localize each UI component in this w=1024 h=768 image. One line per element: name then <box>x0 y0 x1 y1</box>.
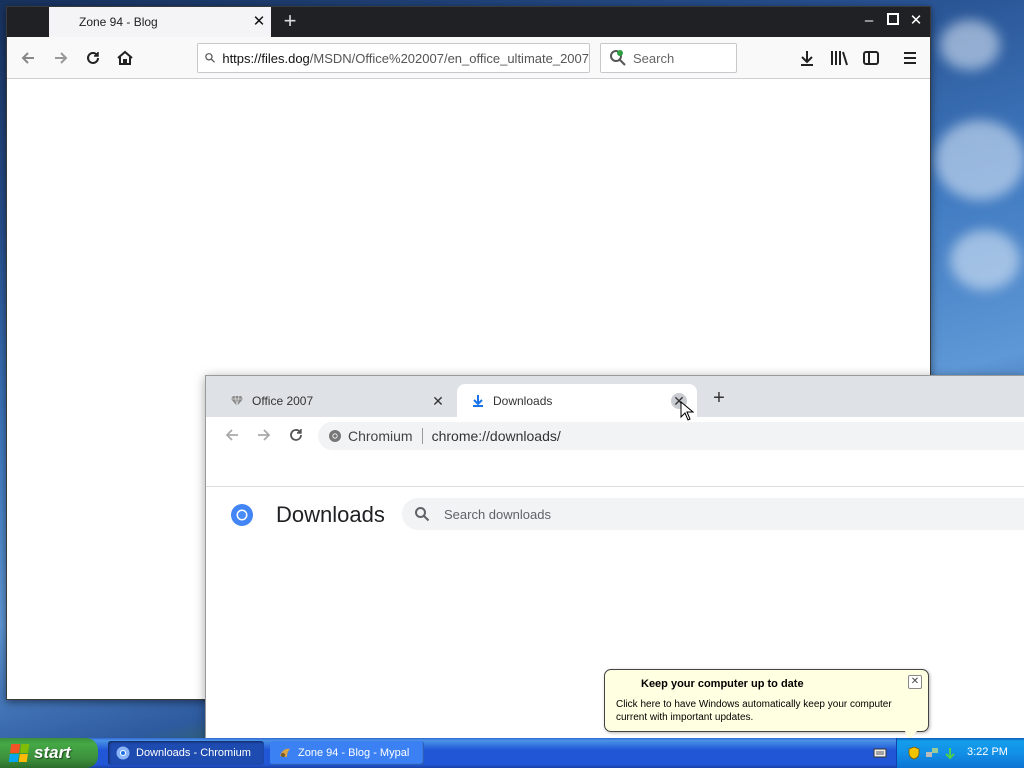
search-input[interactable] <box>633 50 733 66</box>
forward-button[interactable] <box>49 46 73 70</box>
downloads-button[interactable] <box>795 46 819 70</box>
notification-body: Click here to have Windows automatically… <box>616 699 892 723</box>
close-notification-button[interactable]: ✕ <box>908 675 922 689</box>
taskbar-item-label: Downloads - Chromium <box>136 747 251 759</box>
clock: 3:22 PM <box>967 746 1008 758</box>
mypal-titlebar: Zone 94 - Blog ✕ + – ✕ <box>7 7 930 37</box>
hamburger-menu-icon <box>904 52 916 64</box>
back-button[interactable] <box>16 46 40 70</box>
back-button[interactable] <box>220 423 244 447</box>
mypal-toolbar: https://files.dog/MSDN/Office%202007/en_… <box>7 37 930 79</box>
reload-icon <box>87 51 99 64</box>
library-button[interactable] <box>827 46 851 70</box>
omnibox-separator <box>421 428 423 444</box>
reload-button[interactable] <box>81 46 105 70</box>
chromium-tab-downloads[interactable]: Downloads ✕ <box>457 384 697 417</box>
start-label: start <box>34 743 71 762</box>
keyboard-icon[interactable] <box>873 746 887 760</box>
taskbar-item-mypal[interactable]: Zone 94 - Blog - Mypal <box>270 741 424 765</box>
download-favicon-icon <box>473 394 483 407</box>
tab-label: Downloads <box>493 393 553 408</box>
mouse-cursor-icon <box>680 401 694 421</box>
taskbar: start Downloads - Chromium Zone 94 - Blo… <box>0 738 1024 768</box>
back-arrow-icon <box>225 429 238 441</box>
chromium-logo-icon <box>231 504 253 526</box>
windows-logo-icon <box>8 744 30 762</box>
diamond-favicon-icon <box>231 395 243 406</box>
update-notification-balloon[interactable]: Keep your computer up to date Click here… <box>604 669 929 732</box>
security-shield-icon[interactable] <box>907 746 921 760</box>
home-icon <box>117 50 133 65</box>
url-path: /MSDN/Office%202007/en_office_ultimate_2… <box>309 50 589 66</box>
chromium-logo-icon <box>116 746 130 760</box>
maximize-button[interactable] <box>883 11 903 31</box>
chromium-tab-office[interactable]: Office 2007 ✕ <box>216 384 456 417</box>
back-arrow-icon <box>21 52 34 64</box>
page-title: Downloads <box>276 502 385 527</box>
desktop-cloud <box>940 20 1000 70</box>
chromium-omnibox[interactable]: Chromium chrome://downloads/ <box>318 422 1024 450</box>
search-engine-icon <box>610 50 626 66</box>
close-window-button[interactable]: ✕ <box>906 11 926 31</box>
new-tab-button[interactable]: + <box>279 10 301 33</box>
chromium-toolbar: Chromium chrome://downloads/ <box>206 417 1024 453</box>
reload-button[interactable] <box>284 423 308 447</box>
library-icon <box>831 51 848 66</box>
taskbar-item-label: Zone 94 - Blog - Mypal <box>298 747 410 759</box>
mypal-search-box[interactable] <box>600 43 737 73</box>
url-text: https://files.dog/MSDN/Office%202007/en_… <box>222 51 589 66</box>
network-icon[interactable] <box>925 746 939 760</box>
notification-title: Keep your computer up to date <box>641 678 804 690</box>
minimize-button[interactable]: – <box>859 11 879 31</box>
search-downloads-input[interactable] <box>444 506 844 522</box>
close-tab-icon[interactable]: ✕ <box>430 393 446 409</box>
forward-arrow-icon <box>55 52 68 64</box>
home-button[interactable] <box>113 46 137 70</box>
chromium-logo-icon <box>329 430 341 442</box>
update-icon[interactable] <box>943 746 957 760</box>
download-icon <box>801 51 813 66</box>
site-chip: Chromium <box>348 428 413 444</box>
menu-button[interactable] <box>898 46 922 70</box>
tab-label: Office 2007 <box>252 393 314 408</box>
header-divider <box>206 486 1024 487</box>
mypal-url-bar[interactable]: https://files.dog/MSDN/Office%202007/en_… <box>197 43 590 73</box>
taskbar-item-chromium[interactable]: Downloads - Chromium <box>108 741 264 765</box>
mypal-logo-icon <box>280 748 290 757</box>
desktop-cloud <box>950 230 1020 290</box>
mypal-tab-title: Zone 94 - Blog <box>79 15 158 29</box>
url-host: https://files.dog <box>222 50 310 66</box>
desktop-cloud <box>935 120 1024 200</box>
sidebar-icon <box>863 51 879 65</box>
system-tray: 3:22 PM <box>873 738 1024 768</box>
start-button[interactable]: start <box>0 738 98 768</box>
reload-icon <box>290 429 302 441</box>
chromium-tabstrip: Office 2007 ✕ Downloads ✕ + <box>206 376 1024 417</box>
search-icon <box>205 53 215 63</box>
search-icon <box>415 507 430 522</box>
close-tab-icon[interactable]: ✕ <box>251 14 267 30</box>
forward-button[interactable] <box>252 423 276 447</box>
downloads-search-box[interactable] <box>402 498 1024 530</box>
shield-icon <box>617 676 635 694</box>
url-text: chrome://downloads/ <box>431 428 561 444</box>
mypal-tab[interactable]: Zone 94 - Blog ✕ <box>49 7 271 37</box>
forward-arrow-icon <box>258 429 271 441</box>
new-tab-button[interactable]: + <box>709 388 729 409</box>
sidebar-button[interactable] <box>859 46 883 70</box>
